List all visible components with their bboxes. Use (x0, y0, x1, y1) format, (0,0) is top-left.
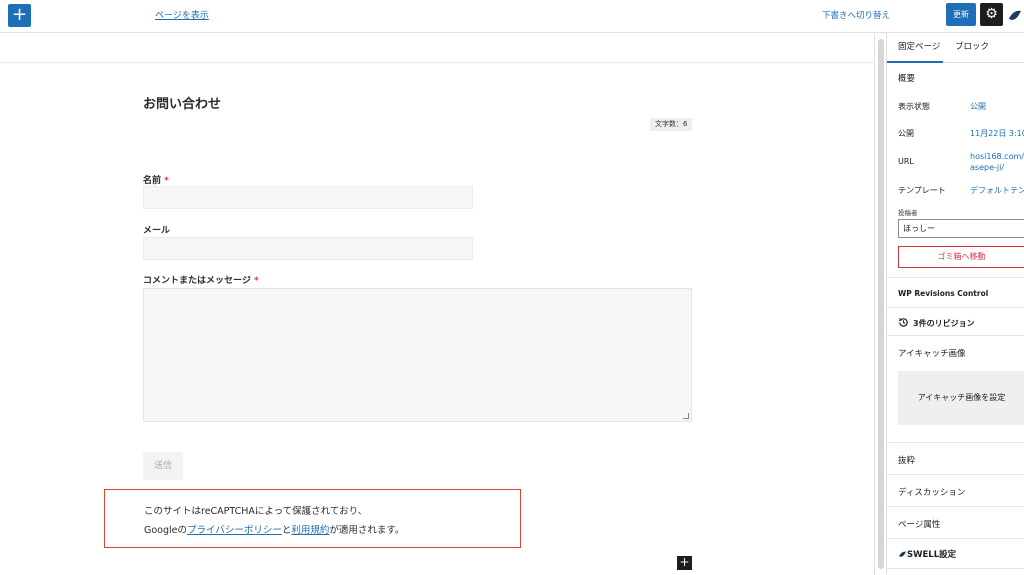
recaptcha-notice[interactable]: このサイトはreCAPTCHAによって保護されており、 Googleのプライバシ… (104, 489, 521, 548)
publish-label: 公開 (898, 129, 914, 138)
divider (887, 442, 1024, 443)
swell-settings-heading[interactable]: SWELL設定 (898, 548, 956, 560)
excerpt-heading[interactable]: 抜粋 (898, 454, 915, 466)
divider (887, 538, 1024, 539)
url-label: URL (898, 157, 914, 166)
resize-handle[interactable] (683, 413, 689, 419)
divider (887, 307, 1024, 308)
publish-date-value[interactable]: 11月22日 3:10 P (970, 128, 1024, 139)
url-value[interactable]: hosi168.com/ot (970, 152, 1024, 161)
divider (887, 506, 1024, 507)
gear-icon: ⚙ (985, 6, 998, 22)
terms-link[interactable]: 利用規約 (291, 525, 329, 536)
name-field-label: 名前 * (143, 173, 169, 186)
update-button[interactable]: 更新 (946, 3, 976, 26)
page-title[interactable]: お問い合わせ (143, 93, 221, 112)
template-label: テンプレート (898, 186, 946, 195)
template-value[interactable]: デフォルトテン (970, 185, 1024, 196)
sidebar-tabs: 固定ページ ブロック (887, 33, 1024, 63)
privacy-policy-link[interactable]: プライバシーポリシー (187, 525, 282, 536)
visibility-value[interactable]: 公開 (970, 101, 986, 112)
revisions-text: 3件のリビジョン (913, 319, 975, 328)
message-field-label: コメントまたはメッセージ * (143, 273, 259, 286)
switch-to-draft-link[interactable]: 下書きへ切り替え (822, 9, 890, 21)
editor-header: + ページを表示 下書きへ切り替え 更新 ⚙ (0, 0, 1024, 33)
recaptcha-google-text: Googleの (144, 525, 188, 536)
tab-block[interactable]: ブロック (955, 33, 989, 63)
recaptcha-and-text: と (281, 525, 292, 536)
history-icon (898, 317, 908, 327)
email-label-text: メール (143, 226, 171, 236)
name-input[interactable] (143, 186, 473, 209)
move-to-trash-button[interactable]: ゴミ箱へ移動 (898, 246, 1024, 268)
page-attributes-heading[interactable]: ページ属性 (898, 518, 940, 530)
add-block-button[interactable]: + (8, 4, 31, 27)
recaptcha-suffix-text: が適用されます。 (329, 525, 405, 536)
revisions-link[interactable]: 3件のリビジョン (898, 317, 975, 329)
url-value-line2[interactable]: asepe-ji/ (970, 163, 1004, 172)
block-inserter-button[interactable]: + (677, 556, 692, 570)
view-page-link[interactable]: ページを表示 (155, 8, 209, 21)
divider (887, 474, 1024, 475)
wp-revisions-control-heading[interactable]: WP Revisions Control (898, 289, 988, 298)
set-featured-image-button[interactable]: アイキャッチ画像を設定 (898, 371, 1024, 425)
submit-button[interactable]: 送信 (143, 452, 183, 480)
recaptcha-line1: このサイトはreCAPTCHAによって保護されており、 (144, 506, 368, 517)
recaptcha-line2: Googleのプライバシーポリシーと利用規約が適用されます。 (144, 522, 404, 536)
author-label: 投稿者 (898, 209, 918, 217)
divider (887, 277, 1024, 278)
settings-sidebar: 固定ページ ブロック 概要 表示状態 公開 公開 11月22日 3:10 P U… (886, 33, 1024, 575)
email-input[interactable] (143, 237, 473, 260)
divider (887, 335, 1024, 336)
editor-scrollbar[interactable] (874, 33, 886, 575)
visibility-label: 表示状態 (898, 102, 930, 111)
featured-image-heading[interactable]: アイキャッチ画像 (898, 347, 966, 359)
discussion-heading[interactable]: ディスカッション (898, 486, 965, 498)
required-mark: * (253, 276, 259, 286)
author-select[interactable]: ほっしー (898, 219, 1024, 238)
email-field-label: メール (143, 223, 170, 236)
required-mark: * (164, 176, 169, 186)
summary-heading[interactable]: 概要 (898, 72, 915, 84)
message-label-text: コメントまたはメッセージ (143, 276, 251, 286)
swell-logo-icon[interactable] (1008, 8, 1022, 22)
name-label-text: 名前 (143, 176, 162, 186)
swell-settings-text: SWELL設定 (907, 550, 957, 560)
message-textarea[interactable] (143, 288, 692, 422)
divider (887, 568, 1024, 569)
canvas-toolbar-strip (0, 33, 874, 63)
tab-page[interactable]: 固定ページ (887, 33, 943, 63)
settings-button[interactable]: ⚙ (980, 3, 1003, 26)
char-count-badge: 文字数：6 (650, 118, 693, 131)
swell-icon (899, 551, 906, 557)
scrollbar-thumb[interactable] (878, 39, 884, 569)
